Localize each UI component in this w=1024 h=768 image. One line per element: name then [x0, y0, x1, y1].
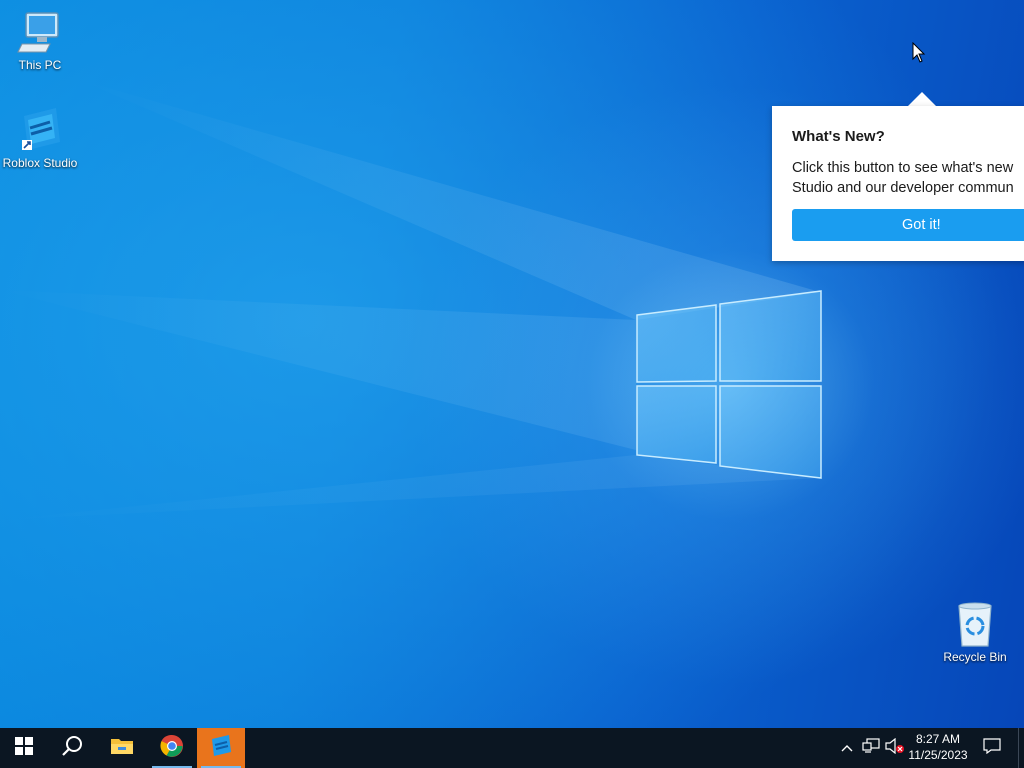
search-icon: [61, 735, 83, 762]
desktop-icon-recycle-bin[interactable]: Recycle Bin: [935, 600, 1015, 664]
popup-body: Click this button to see what's new Stud…: [792, 158, 1024, 198]
start-button[interactable]: [0, 728, 48, 768]
volume-button[interactable]: [884, 728, 906, 768]
desktop-icon-label: Roblox Studio: [2, 156, 78, 170]
action-center-button[interactable]: [972, 728, 1012, 768]
show-desktop-button[interactable]: [1018, 728, 1024, 768]
show-hidden-icons-button[interactable]: [836, 728, 858, 768]
search-button[interactable]: [48, 728, 96, 768]
chrome-icon: [160, 734, 184, 763]
mouse-cursor-icon: [912, 42, 926, 63]
popup-arrow: [908, 92, 936, 106]
popup-body-line: Click this button to see what's new: [792, 160, 1014, 176]
whats-new-popup: What's New? Click this button to see wha…: [772, 106, 1024, 261]
popup-body-line: Studio and our developer commun: [792, 180, 1014, 196]
computer-icon: [16, 8, 64, 56]
desktop-icon-roblox-studio[interactable]: Roblox Studio: [0, 106, 80, 170]
taskbar: 8:27 AM 11/25/2023: [0, 728, 1024, 768]
volume-muted-icon: [885, 737, 905, 759]
got-it-button[interactable]: Got it!: [792, 209, 1024, 241]
desktop: This PC Roblox Studio Recycle Bin What's…: [0, 0, 1024, 728]
folder-icon: [110, 736, 134, 761]
popup-title: What's New?: [792, 128, 885, 145]
desktop-icon-label: Recycle Bin: [943, 650, 1007, 664]
clock-time: 8:27 AM: [915, 732, 961, 746]
taskbar-clock[interactable]: 8:27 AM 11/25/2023: [906, 728, 970, 768]
chrome-button[interactable]: [148, 728, 196, 768]
desktop-icon-this-pc[interactable]: This PC: [0, 8, 80, 72]
chevron-up-icon: [841, 739, 853, 757]
roblox-studio-icon: [209, 734, 233, 763]
network-icon: [862, 737, 880, 759]
roblox-studio-taskbar-button[interactable]: [197, 728, 245, 768]
recycle-bin-icon: [951, 600, 999, 648]
file-explorer-button[interactable]: [98, 728, 146, 768]
windows-logo-icon: [15, 736, 33, 760]
desktop-icon-label: This PC: [18, 58, 62, 72]
roblox-studio-icon: [16, 106, 64, 154]
clock-date: 11/25/2023: [908, 748, 968, 762]
notification-icon: [983, 737, 1001, 759]
network-button[interactable]: [860, 728, 882, 768]
